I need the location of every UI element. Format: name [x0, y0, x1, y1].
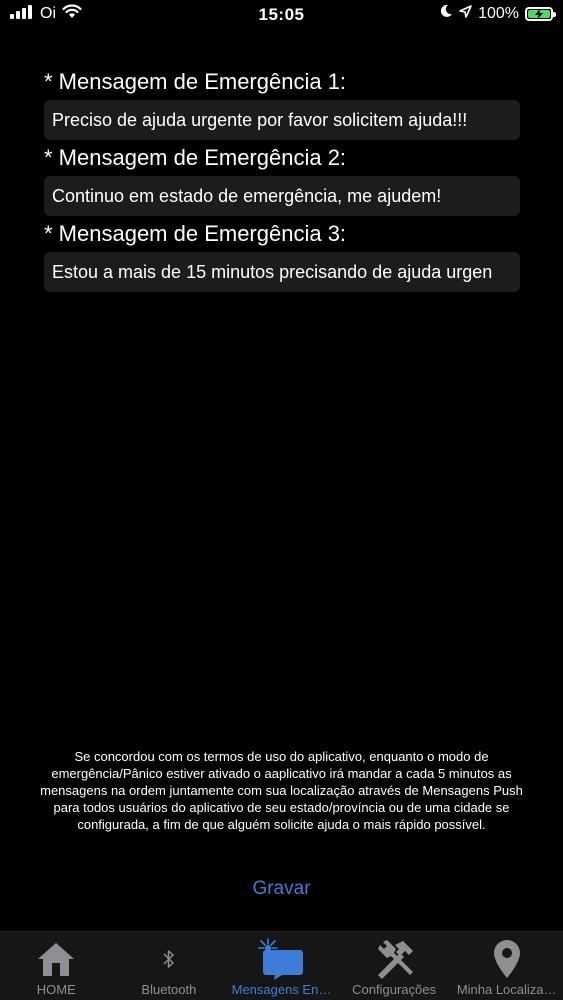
battery-icon: [525, 6, 556, 21]
message-1-label: * Mensagem de Emergência 1:: [44, 69, 347, 94]
battery-percent: 100%: [478, 4, 519, 22]
message-1-input[interactable]: [44, 100, 520, 140]
message-3-input[interactable]: [44, 252, 520, 292]
tab-my-location[interactable]: Minha Localiza…: [450, 932, 563, 1000]
location-pin-icon: [492, 936, 522, 982]
tools-icon: [373, 936, 415, 982]
tab-settings-label: Configurações: [352, 982, 436, 997]
tab-bar: HOME Bluetooth Mensagens En… Configuraçõ…: [0, 931, 563, 1000]
location-arrow-icon: [459, 4, 472, 23]
tab-emergency-messages-label: Mensagens En…: [231, 982, 332, 997]
tab-home[interactable]: HOME: [0, 932, 113, 1000]
tab-settings[interactable]: Configurações: [338, 932, 451, 1000]
tab-emergency-messages[interactable]: Mensagens En…: [225, 932, 338, 1000]
status-bar-right: 100%: [439, 4, 556, 23]
messages-icon: [258, 936, 304, 982]
bluetooth-icon: [163, 936, 175, 982]
tab-bluetooth[interactable]: Bluetooth: [113, 932, 226, 1000]
emergency-messages-form: * Mensagem de Emergência 1: * Mensagem d…: [44, 68, 520, 296]
tab-bluetooth-label: Bluetooth: [141, 982, 197, 997]
status-bar: Oi 15:05 100%: [0, 0, 563, 30]
message-2-label: * Mensagem de Emergência 2:: [44, 145, 347, 170]
home-icon: [36, 936, 76, 982]
message-2-input[interactable]: [44, 176, 520, 216]
tab-my-location-label: Minha Localiza…: [456, 982, 557, 997]
terms-disclaimer: Se concordou com os termos de uso do apl…: [40, 749, 523, 832]
message-3-label: * Mensagem de Emergência 3:: [44, 221, 347, 246]
tab-home-label: HOME: [36, 982, 76, 997]
save-button[interactable]: Gravar: [0, 877, 563, 901]
moon-icon: [439, 4, 453, 23]
